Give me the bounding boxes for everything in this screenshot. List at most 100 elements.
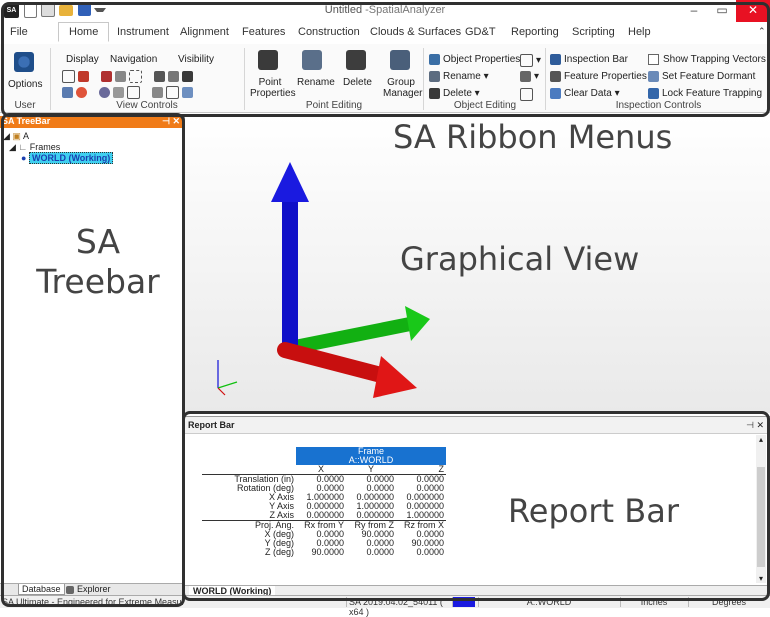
tab-gdt[interactable]: GD&T (465, 26, 496, 38)
status-app-text: SA Ultimate - Engineered for Extreme Mea… (2, 597, 184, 607)
tab-explorer[interactable]: Explorer (66, 584, 111, 594)
clear-data-icon (550, 88, 561, 99)
collapse-ribbon-icon[interactable]: ⌃ (758, 26, 766, 37)
table-row: Z (deg) 90.0000 0.0000 0.0000 (264, 547, 444, 557)
visibility-icon[interactable] (153, 71, 165, 82)
view-box-icon[interactable] (62, 70, 75, 83)
rename-point-button[interactable]: Rename (297, 77, 335, 88)
scroll-down-icon[interactable]: ▾ (756, 574, 766, 583)
status-bar: SA Ultimate - Engineered for Extreme Mea… (0, 595, 770, 617)
y-axis-shaft (283, 317, 417, 355)
status-color-indicator (452, 597, 475, 607)
x-axis-shaft (277, 342, 393, 384)
report-scrollbar[interactable]: ▴ ▾ (756, 435, 766, 583)
overlay-ribbon-menus: SA Ribbon Menus (393, 118, 673, 156)
delete-object-button[interactable]: Delete ▾ (429, 88, 480, 99)
maximize-button[interactable]: ▭ (708, 0, 736, 22)
feature-properties-icon (550, 71, 561, 82)
tab-scripting[interactable]: Scripting (572, 26, 615, 38)
tree-bar-header: SA TreeBar ⊣ ✕ (0, 116, 184, 128)
zoom-box-icon[interactable] (128, 70, 142, 83)
visibility-filter-icon[interactable] (167, 71, 179, 82)
rename-point-icon[interactable] (302, 50, 322, 70)
delete-object-icon (429, 88, 440, 99)
object-tool-1[interactable]: ▾ (520, 54, 541, 67)
report-bar-panel: Report Bar ⊣ ✕ Frame A::WORLD XYZ Transl… (185, 416, 770, 597)
set-feature-dormant-button[interactable]: Set Feature Dormant (648, 71, 755, 82)
view-icon-row-1[interactable] (62, 70, 196, 83)
delete-point-button[interactable]: Delete (343, 77, 372, 88)
close-button[interactable]: ✕ (736, 0, 770, 22)
monitor-icon[interactable] (181, 87, 193, 98)
view-icon-row-2[interactable] (62, 86, 196, 99)
visibility-menu[interactable]: Visibility (178, 54, 214, 65)
lock-feature-trapping-button[interactable]: Lock Feature Trapping (648, 88, 762, 99)
tab-database[interactable]: Database (18, 584, 65, 595)
point-properties-icon[interactable] (258, 50, 278, 70)
report-pin-close-icon[interactable]: ⊣ ✕ (746, 420, 764, 431)
lock-trapping-icon (648, 88, 659, 99)
group-manager-icon[interactable] (390, 50, 410, 70)
pan-icon[interactable] (114, 71, 126, 82)
tree-pin-close-icon[interactable]: ⊣ ✕ (162, 116, 180, 127)
tab-instrument[interactable]: Instrument (117, 26, 169, 38)
ribbon-tabs: File Home Instrument Alignment Features … (0, 22, 770, 45)
tab-alignment[interactable]: Alignment (180, 26, 229, 38)
options-gear-icon[interactable] (14, 52, 34, 72)
tab-file[interactable]: File (10, 26, 28, 38)
tab-help[interactable]: Help (628, 26, 651, 38)
inspection-bar-button[interactable]: Inspection Bar (550, 54, 628, 65)
navigation-menu[interactable]: Navigation (110, 54, 157, 65)
explorer-icon (66, 585, 74, 594)
layer-icon[interactable] (151, 87, 163, 98)
tree-item-root[interactable]: ◢ ▣ A (3, 131, 29, 142)
feature-properties-button[interactable]: Feature Properties (550, 71, 647, 82)
status-frame[interactable]: A::WORLD (478, 597, 619, 607)
object-tool-2[interactable]: ▾ (520, 71, 539, 82)
group-point-editing-label: Point Editing (305, 100, 363, 111)
rename-object-button[interactable]: Rename ▾ (429, 71, 489, 82)
window-title: Untitled -SpatialAnalyzer (324, 4, 446, 16)
show-trapping-vectors-box[interactable] (648, 54, 659, 65)
overlay-graphical-view: Graphical View (400, 240, 640, 278)
minimize-button[interactable]: – (680, 0, 708, 22)
color-wheel-icon[interactable] (76, 87, 87, 98)
point-properties-button[interactable]: Point Properties (250, 77, 296, 99)
display-menu[interactable]: Display (66, 54, 99, 65)
group-inspection-controls-label: Inspection Controls (615, 100, 702, 111)
navigate-icon[interactable] (100, 71, 112, 82)
delete-point-icon[interactable] (346, 50, 366, 70)
set-dormant-icon (648, 71, 659, 82)
tab-features[interactable]: Features (242, 26, 285, 38)
layout-icon[interactable] (62, 87, 73, 98)
frame-icon[interactable] (126, 86, 140, 99)
axis-icon[interactable] (112, 87, 124, 98)
rename-object-icon (429, 71, 440, 82)
tab-clouds-surfaces[interactable]: Clouds & Surfaces (370, 26, 461, 38)
ribbon: Options User Display Navigation Visibili… (0, 44, 770, 113)
group-manager-button[interactable]: Group Manager (383, 77, 422, 99)
overlay-treebar: SA Treebar (36, 222, 160, 301)
orientation-axes-icon (217, 360, 238, 396)
tree-item-world[interactable]: ● WORLD (Working) (21, 152, 114, 164)
grid-icon[interactable] (165, 86, 179, 99)
tab-reporting[interactable]: Reporting (511, 26, 559, 38)
object-properties-button[interactable]: Object Properties (429, 54, 520, 65)
status-angle-units[interactable]: Degrees (688, 597, 769, 607)
options-button[interactable]: Options (8, 79, 42, 90)
visibility-person-icon[interactable] (181, 71, 193, 82)
status-units[interactable]: Inches (620, 597, 687, 607)
y-axis-arrowhead (405, 306, 430, 341)
rotate-icon[interactable] (98, 87, 110, 98)
object-arrow-icon (520, 54, 533, 67)
tab-construction[interactable]: Construction (298, 26, 360, 38)
z-axis-arrowhead (271, 162, 309, 202)
clear-data-button[interactable]: Clear Data ▾ (550, 88, 620, 99)
view-check-icon[interactable] (78, 71, 89, 82)
report-bar-title: Report Bar (188, 420, 235, 430)
status-version: SA 2019.04.02_54011 ( x64 ) (346, 597, 453, 617)
scroll-up-icon[interactable]: ▴ (756, 435, 766, 444)
tab-home[interactable]: Home (58, 22, 110, 42)
show-trapping-vectors-checkbox[interactable]: Show Trapping Vectors (648, 54, 766, 65)
scroll-thumb[interactable] (757, 467, 765, 567)
